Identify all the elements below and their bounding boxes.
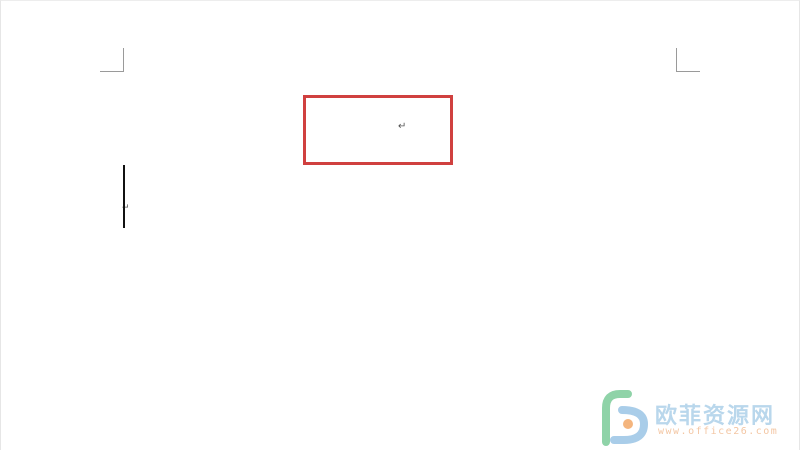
- office26-logo-icon: [602, 390, 649, 446]
- top-left-margin-mark: [100, 48, 124, 72]
- paragraph-mark: ↵: [398, 121, 407, 132]
- text-cursor: [123, 165, 125, 228]
- top-right-margin-mark: [676, 48, 700, 72]
- watermark-url: www.office26.com: [658, 426, 779, 437]
- highlighted-text-box[interactable]: [303, 95, 453, 165]
- site-watermark: 欧菲资源网 www.office26.com: [598, 390, 798, 446]
- document-page[interactable]: ↵ ↵ 欧菲资源网 www.office26.com: [0, 0, 800, 450]
